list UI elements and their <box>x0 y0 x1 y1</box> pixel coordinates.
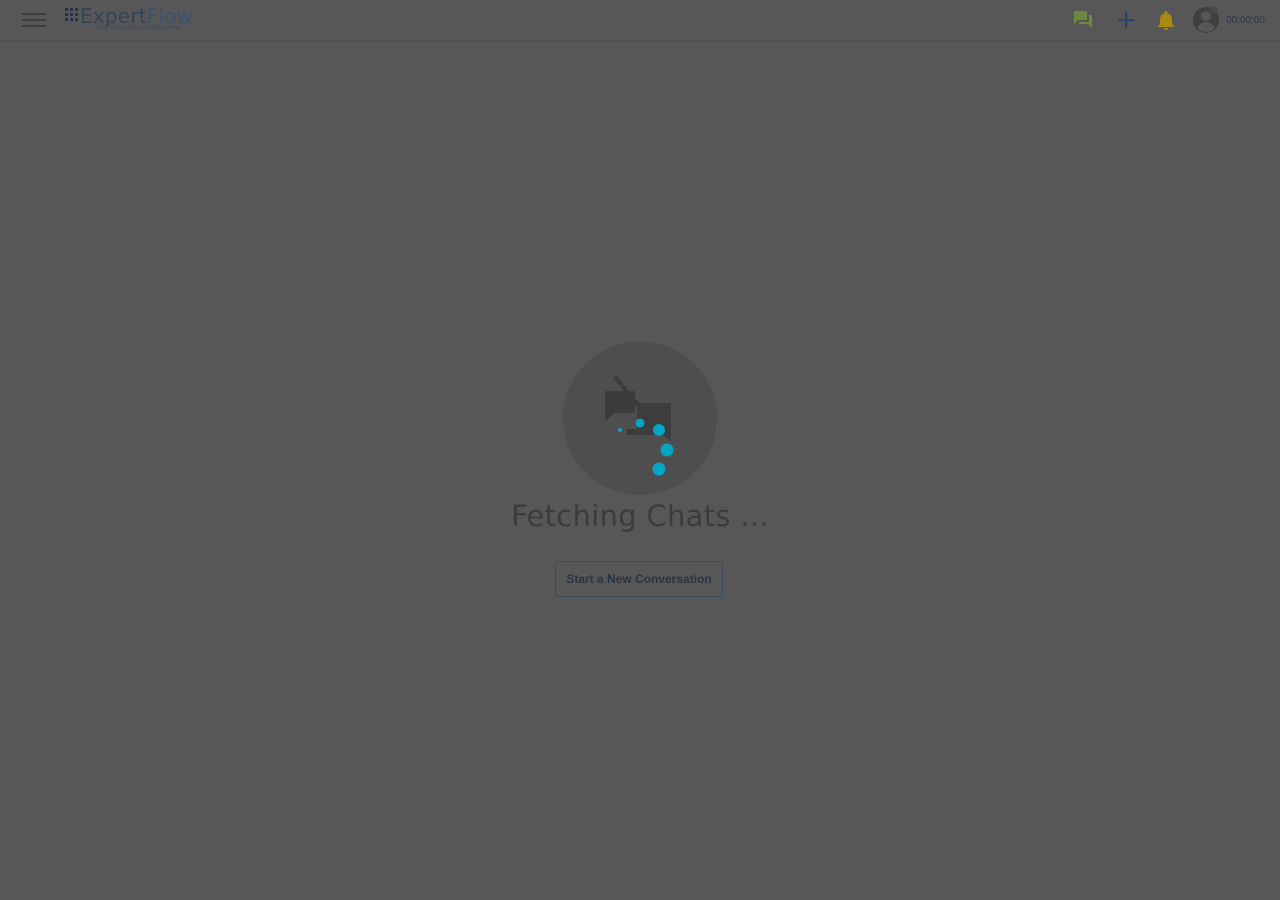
top-navigation-bar: ExpertFlow chat, voice, video contact ce… <box>0 0 1280 40</box>
account-circle-icon <box>1193 6 1219 33</box>
start-new-conversation-button[interactable]: Start a New Conversation <box>555 561 723 597</box>
chat-empty-state: Fetching Chats ... Start a New Conversat… <box>440 341 840 601</box>
spinner-dot-5 <box>652 462 666 476</box>
plus-icon <box>1118 12 1134 28</box>
profile-button[interactable] <box>1192 5 1222 35</box>
session-timer: 00:00:00 <box>1226 15 1265 26</box>
bell-icon <box>1158 11 1174 30</box>
hamburger-menu-icon <box>22 13 46 27</box>
spinner-dot-4 <box>660 443 674 457</box>
app-root: ExpertFlow chat, voice, video contact ce… <box>0 0 1280 900</box>
menu-toggle-button[interactable] <box>22 10 46 30</box>
fetching-chats-text: Fetching Chats ... <box>511 499 769 533</box>
spinner-dot-3 <box>653 424 665 436</box>
chats-button[interactable] <box>1071 8 1095 32</box>
spinner-dot-2 <box>635 418 645 428</box>
logo-grid-icon <box>65 8 78 21</box>
add-button[interactable] <box>1114 8 1138 32</box>
expertflow-logo[interactable]: ExpertFlow chat, voice, video contact ce… <box>64 4 204 34</box>
logo-tagline: chat, voice, video contact center <box>95 25 181 31</box>
spinner-dot-1 <box>618 428 622 432</box>
chat-loading-illustration <box>563 341 717 495</box>
chat-bubbles-icon <box>1074 11 1092 28</box>
notifications-button[interactable] <box>1154 8 1178 32</box>
